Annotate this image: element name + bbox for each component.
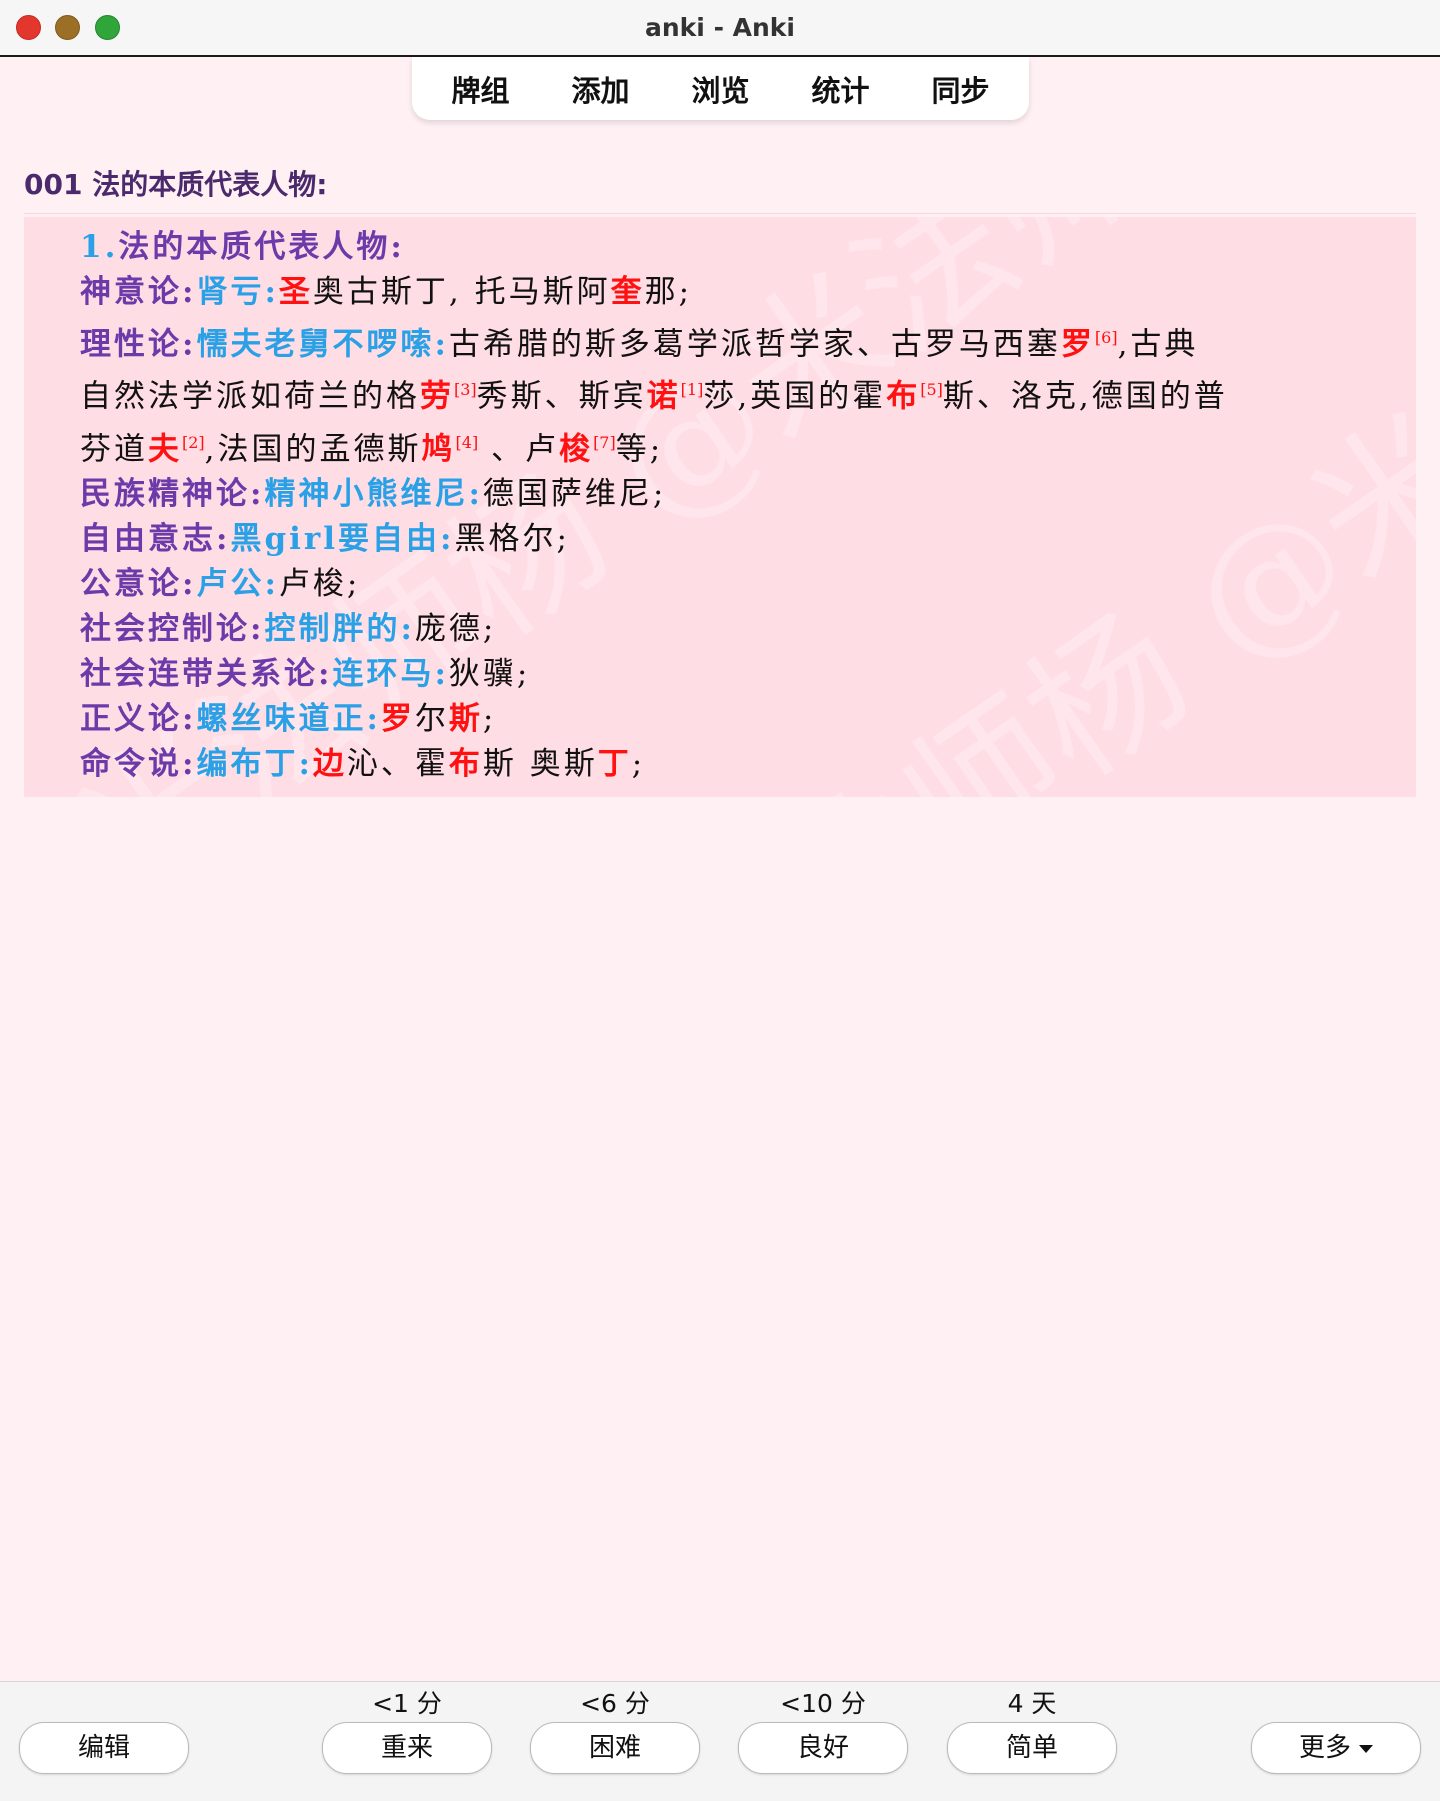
interval-easy: 4 天 xyxy=(1007,1689,1057,1718)
footnote-ref[interactable]: [3] xyxy=(454,380,477,399)
answer-text: 1.法的本质代表人物: 神意论:肾亏:圣奥古斯丁, 托马斯阿奎那; 理性论:懦夫… xyxy=(80,225,1400,787)
good-button[interactable]: 良好 xyxy=(738,1722,908,1774)
footnote-ref[interactable]: [1] xyxy=(681,380,704,399)
toolbar-add-link[interactable]: 添加 xyxy=(541,68,661,110)
more-button[interactable]: 更多 xyxy=(1251,1722,1421,1774)
footnote-ref[interactable]: [2] xyxy=(182,433,205,452)
answer-line: 公意论:卢公:卢梭; xyxy=(80,565,361,602)
interval-hard: <6 分 xyxy=(580,1689,650,1718)
more-button-label: 更多 xyxy=(1298,1733,1351,1763)
answer-heading: 1.法的本质代表人物: xyxy=(80,229,405,265)
answer-line: 命令说:编布丁:边沁、霍布斯 奥斯丁; xyxy=(80,745,646,782)
interval-again: <1 分 xyxy=(372,1689,442,1718)
main-toolbar: 牌组 添加 浏览 统计 同步 xyxy=(412,57,1029,120)
title-bar: anki - Anki xyxy=(0,0,1440,57)
answer-line: 自由意志:黑girl要自由:黑格尔; xyxy=(80,520,570,557)
chevron-down-icon xyxy=(1359,1744,1373,1753)
toolbar-sync-link[interactable]: 同步 xyxy=(901,68,1021,110)
answer-line: 社会连带关系论:连环马:狄骥; xyxy=(80,655,531,692)
card-answer: 米法师杨 @米法师杨 米法师杨 @米法师杨 1.法的本质代表人物: 神意论:肾亏… xyxy=(24,217,1416,797)
window-title: anki - Anki xyxy=(645,13,795,42)
answer-line: 正义论:螺丝味道正:罗尔斯; xyxy=(80,700,497,737)
bottom-bar xyxy=(0,1681,1440,1801)
card-question: 001 法的本质代表人物: xyxy=(24,168,328,201)
answer-line: 民族精神论:精神小熊维尼:德国萨维尼; xyxy=(80,475,667,512)
toolbar-stats-link[interactable]: 统计 xyxy=(781,68,901,110)
answer-line: 芬道夫[2],法国的孟德斯鸠[4] 、卢梭[7]等; xyxy=(80,430,664,467)
easy-button[interactable]: 简单 xyxy=(947,1722,1117,1774)
footnote-ref[interactable]: [4] xyxy=(456,433,479,452)
answer-line: 神意论:肾亏:圣奥古斯丁, 托马斯阿奎那; xyxy=(80,274,693,310)
toolbar-decks-link[interactable]: 牌组 xyxy=(421,68,541,110)
answer-line: 社会控制论:控制胖的:庞德; xyxy=(80,610,497,647)
again-button[interactable]: 重来 xyxy=(322,1722,492,1774)
footnote-ref[interactable]: [6] xyxy=(1095,328,1118,347)
answer-line: 理性论:懦夫老舅不啰嗦:古希腊的斯多葛学派哲学家、古罗马西塞罗[6],古典 xyxy=(80,326,1199,363)
answer-separator xyxy=(24,213,1416,214)
edit-button[interactable]: 编辑 xyxy=(19,1722,189,1774)
toolbar-browse-link[interactable]: 浏览 xyxy=(661,68,781,110)
footnote-ref[interactable]: [5] xyxy=(920,380,943,399)
answer-line: 自然法学派如荷兰的格劳[3]秀斯、斯宾诺[1]莎,英国的霍布[5]斯、洛克,德国… xyxy=(80,378,1228,415)
interval-good: <10 分 xyxy=(780,1689,866,1718)
hard-button[interactable]: 困难 xyxy=(530,1722,700,1774)
footnote-ref[interactable]: [7] xyxy=(593,433,616,452)
